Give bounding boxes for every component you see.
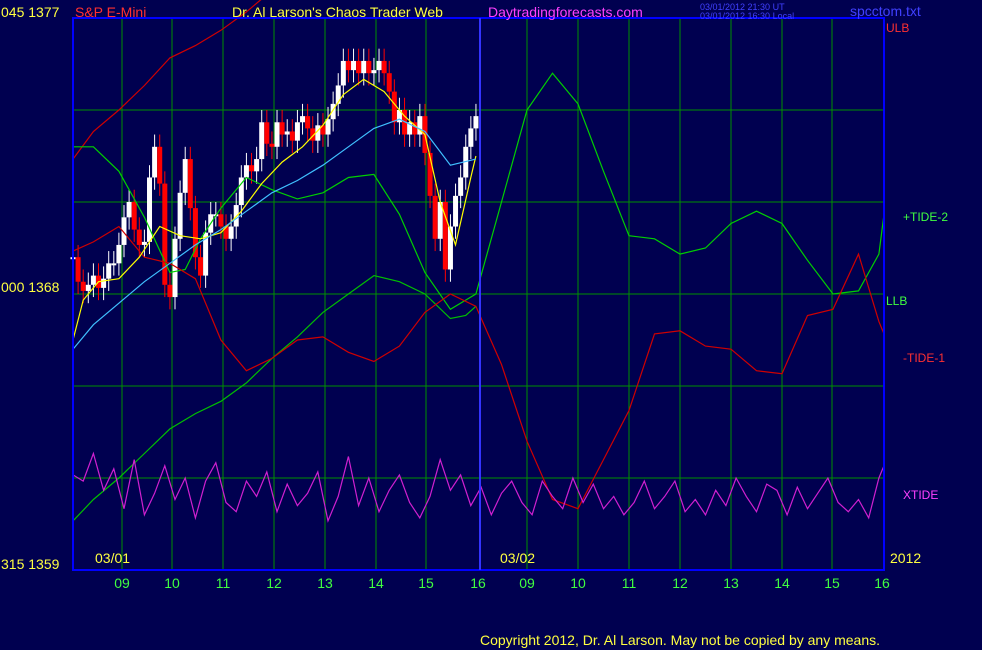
price-bar-body-54 — [345, 60, 351, 71]
time-local: 03/01/2012 16:30 Local — [700, 11, 795, 21]
price-bar-body-45 — [300, 116, 306, 123]
price-bar-body-8 — [111, 263, 117, 266]
chart-canvas: 09 10 11 12 13 14 15 16 09 10 11 12 13 14 15 16 — [0, 0, 982, 650]
x-tick-2: 11 — [216, 575, 231, 591]
price-bar-body-11 — [126, 202, 132, 218]
price-bar-body-16 — [152, 146, 158, 178]
chart-background — [0, 0, 982, 650]
filename: spcctom.txt — [850, 3, 921, 19]
x-tick-8: 09 — [519, 575, 535, 591]
price-bar-body-4 — [90, 275, 96, 285]
price-bar-body-50 — [325, 119, 331, 135]
price-bar-body-55 — [351, 60, 357, 71]
page-title: Dr. Al Larson's Chaos Trader Web — [232, 4, 443, 20]
x-tick-10: 11 — [622, 575, 637, 591]
price-bar-body-44 — [294, 122, 300, 141]
price-bar-body-1 — [75, 257, 81, 282]
price-bar-body-31 — [228, 226, 234, 239]
date-right: 03/02 — [500, 550, 536, 566]
price-bar-body-79 — [473, 116, 479, 129]
x-tick-11: 12 — [672, 575, 688, 591]
price-bar-body-58 — [366, 60, 372, 74]
price-bar-body-12 — [131, 202, 137, 230]
price-bar-body-71 — [432, 195, 438, 239]
price-bar-body-39 — [269, 143, 275, 147]
mid-price-label: 000 1368 — [1, 279, 60, 295]
x-tick-6: 15 — [418, 575, 434, 591]
price-bar-body-74 — [447, 226, 453, 270]
x-tick-3: 12 — [266, 575, 282, 591]
price-bar-body-52 — [335, 85, 341, 104]
price-bar-body-6 — [101, 278, 107, 288]
code-price-top: 045 1377 — [1, 4, 60, 20]
price-bar-body-19 — [167, 284, 173, 298]
price-bar-body-22 — [182, 159, 188, 193]
price-bar-body-57 — [361, 60, 367, 74]
copyright: Copyright 2012, Dr. Al Larson. May not b… — [480, 632, 881, 648]
price-bar-body-13 — [136, 229, 142, 245]
price-bar-body-59 — [371, 70, 377, 74]
x-tick-12: 13 — [723, 575, 739, 591]
x-tick-9: 10 — [570, 575, 586, 591]
price-bar-body-41 — [279, 122, 285, 135]
price-bar-body-35 — [249, 165, 255, 172]
price-bar-body-43 — [289, 131, 295, 141]
price-bar-body-76 — [458, 177, 464, 196]
x-tick-15: 16 — [874, 575, 890, 591]
price-bar-body-53 — [340, 60, 346, 86]
price-bar-body-34 — [243, 165, 249, 178]
price-bar-body-42 — [284, 131, 290, 135]
price-bar-body-7 — [106, 263, 112, 279]
price-bar-body-14 — [141, 241, 147, 245]
legend-tide1: -TIDE-1 — [903, 351, 945, 365]
x-tick-0: 09 — [114, 575, 130, 591]
price-bar-body-3 — [85, 284, 91, 291]
price-bar-body-18 — [162, 183, 168, 285]
x-tick-4: 13 — [317, 575, 333, 591]
x-tick-14: 15 — [824, 575, 840, 591]
price-bar-body-2 — [80, 281, 86, 291]
price-bar-body-17 — [157, 146, 163, 184]
legend-tide2: +TIDE-2 — [903, 210, 949, 224]
price-bar-body-29 — [218, 214, 224, 227]
year-label: 2012 — [890, 550, 922, 566]
price-bar-body-56 — [356, 60, 362, 74]
x-tick-5: 14 — [368, 575, 384, 591]
x-tick-13: 14 — [774, 575, 790, 591]
price-bar-body-62 — [386, 73, 392, 92]
price-bar-body-25 — [198, 257, 204, 276]
price-bar-body-38 — [264, 122, 270, 144]
price-bar-body-78 — [468, 128, 474, 147]
instrument-label: S&P E-Mini — [75, 4, 147, 20]
price-bar-body-75 — [453, 195, 459, 227]
price-bar-body-21 — [177, 192, 183, 239]
legend-ulb: ULB — [886, 21, 910, 35]
price-bar-body-46 — [305, 116, 311, 129]
price-bar-body-37 — [259, 122, 265, 160]
x-tick-7: 16 — [470, 575, 486, 591]
price-bar-body-23 — [187, 159, 193, 209]
date-left: 03/01 — [95, 550, 131, 566]
legend-llb: LLB — [886, 294, 908, 308]
price-bar-body-61 — [381, 60, 387, 74]
legend-xtide: XTIDE — [903, 488, 939, 502]
price-bar-body-60 — [376, 60, 382, 71]
site-link[interactable]: Daytradingforecasts.com — [488, 5, 643, 19]
price-bar-body-36 — [254, 159, 260, 172]
price-bar-body-9 — [116, 244, 122, 264]
x-tick-1: 10 — [164, 575, 180, 591]
price-bar-body-40 — [274, 122, 280, 147]
bottom-price-label: 315 1359 — [1, 556, 60, 572]
